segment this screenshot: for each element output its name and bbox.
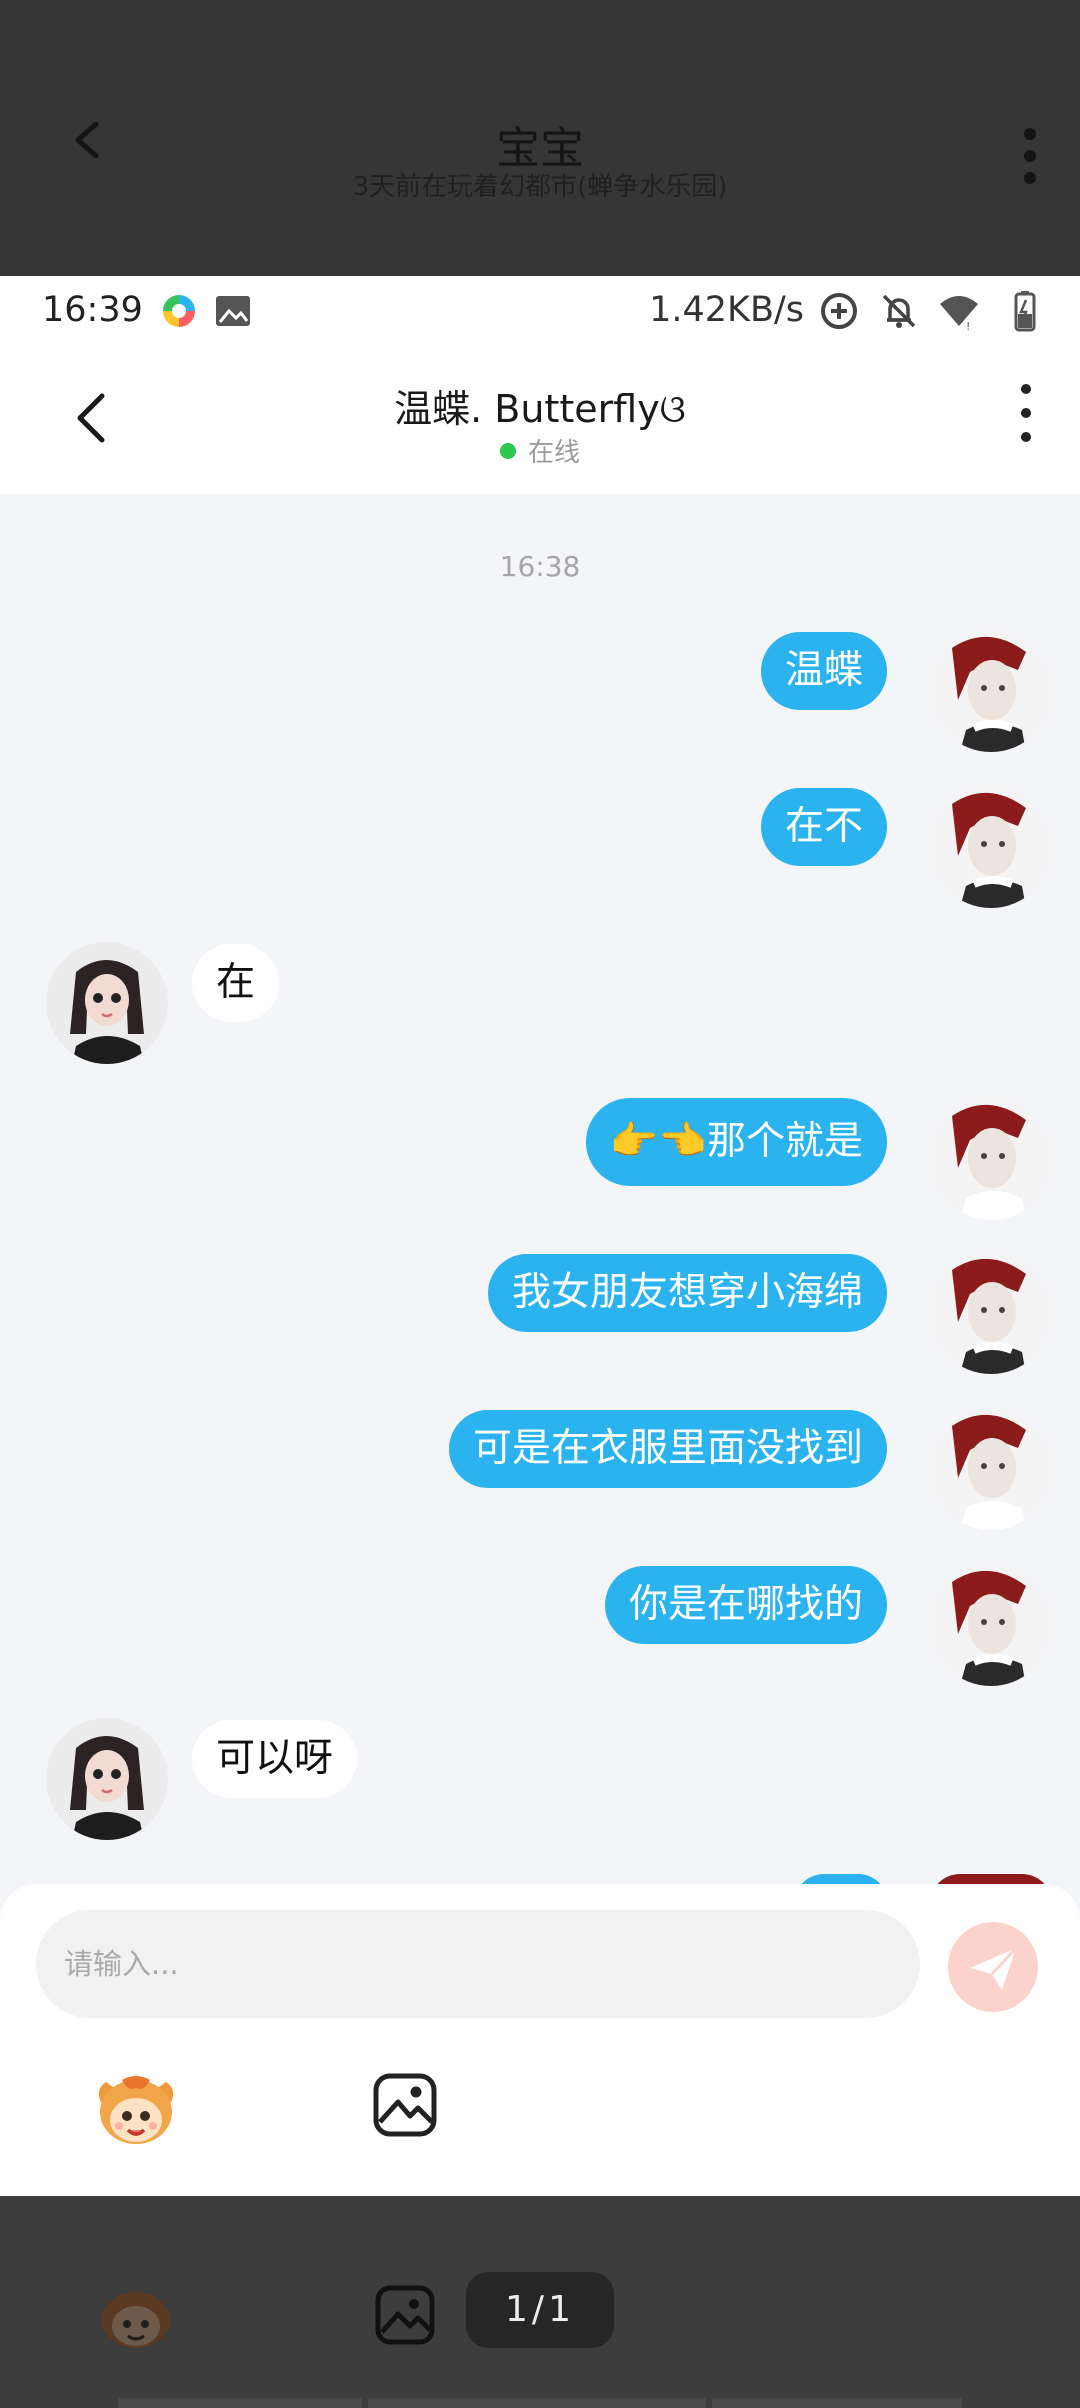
- emoji-mascot-icon[interactable]: [92, 2070, 180, 2150]
- my-avatar-image: [930, 1098, 1052, 1220]
- my-avatar[interactable]: [930, 630, 1052, 752]
- gallery-notification-icon: [216, 296, 250, 326]
- message-bubble-outgoing[interactable]: 在不: [760, 788, 887, 866]
- chat-screen: 16:39 1.42KB/s ! 温蝶. Butterflyଓ 在线 16:38…: [0, 276, 1080, 2196]
- message-bubble-outgoing[interactable]: 温蝶: [760, 632, 887, 710]
- status-bar: 16:39 1.42KB/s !: [0, 276, 1080, 348]
- message-input-panel: 请输入...: [0, 1884, 1080, 2196]
- my-avatar[interactable]: [930, 1252, 1052, 1374]
- contact-avatar-image: [46, 942, 168, 1064]
- data-saver-icon: [821, 293, 857, 329]
- background-image-icon: [375, 2285, 435, 2345]
- battery-icon: [1014, 291, 1036, 332]
- message-bubble-outgoing[interactable]: 👉👈那个就是: [585, 1098, 887, 1186]
- background-screen-header: 宝宝 3天前在玩着幻都市(蝉争水乐园): [0, 0, 1080, 276]
- background-tab-strip: [118, 2398, 962, 2408]
- message-bubble-outgoing[interactable]: 你是在哪找的: [604, 1566, 887, 1644]
- message-bubble-outgoing[interactable]: 我女朋友想穿小海绵: [487, 1254, 887, 1332]
- my-avatar[interactable]: [930, 1408, 1052, 1530]
- message-bubble-incoming[interactable]: 在: [192, 944, 280, 1022]
- my-avatar-image: [930, 630, 1052, 752]
- more-options-button[interactable]: [1006, 384, 1046, 448]
- image-picker-icon[interactable]: [372, 2072, 438, 2138]
- notifications-off-icon: [882, 294, 916, 328]
- online-status: 在线: [0, 432, 1080, 469]
- message-bubble-outgoing[interactable]: 可是在衣服里面没找到: [448, 1410, 887, 1488]
- chat-contact-name: 温蝶. Butterflyଓ: [394, 387, 686, 431]
- message-bubble-incoming[interactable]: 可以呀: [192, 1720, 358, 1798]
- my-avatar-image: [930, 786, 1052, 908]
- svg-text:!: !: [966, 320, 970, 332]
- my-avatar[interactable]: [930, 1564, 1052, 1686]
- background-mascot-emoji-icon: [102, 2292, 170, 2348]
- my-avatar-image: [930, 1564, 1052, 1686]
- send-icon: [970, 1946, 1018, 1990]
- chat-header: 温蝶. Butterflyଓ 在线: [0, 348, 1080, 494]
- online-dot-icon: [499, 443, 516, 459]
- message-timestamp: 16:38: [499, 550, 581, 583]
- contact-avatar-image: [46, 1718, 168, 1840]
- online-status-label: 在线: [527, 438, 580, 468]
- send-button[interactable]: [948, 1922, 1038, 2012]
- wifi-icon: !: [940, 296, 978, 332]
- my-avatar[interactable]: [930, 1098, 1052, 1220]
- contact-avatar[interactable]: [46, 1718, 168, 1840]
- status-time: 16:39: [42, 290, 143, 330]
- message-input[interactable]: 请输入...: [36, 1910, 920, 2018]
- network-speed: 1.42KB/s: [649, 290, 804, 330]
- background-subtitle: 3天前在玩着幻都市(蝉争水乐园): [352, 172, 728, 202]
- my-avatar[interactable]: [930, 786, 1052, 908]
- my-avatar-image: [930, 1252, 1052, 1374]
- image-page-indicator: 1/1: [466, 2272, 614, 2348]
- contact-avatar[interactable]: [46, 942, 168, 1064]
- app-notification-icon: [163, 295, 195, 327]
- background-more-icon: [1024, 128, 1036, 184]
- my-avatar-image: [930, 1408, 1052, 1530]
